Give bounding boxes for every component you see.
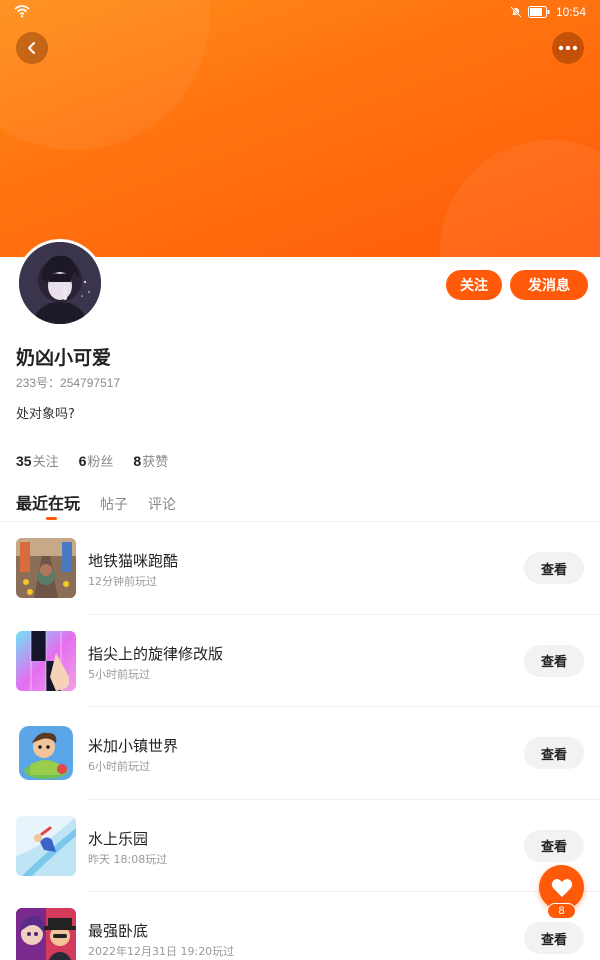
banner-decoration [440,140,600,257]
game-name: 指尖上的旋律修改版 [88,644,224,663]
view-button[interactable]: 查看 [524,829,584,862]
tab-comments[interactable]: 评论 [148,494,176,514]
more-options-button[interactable] [552,32,584,64]
heart-icon [551,878,572,897]
game-name: 地铁猫咪跑酷 [88,552,179,570]
undercover-game-icon [16,908,76,960]
user-bio: 处对象吗? [16,407,75,422]
game-name: 米加小镇世界 [88,737,179,755]
game-last-played: 12分钟前玩过 [88,575,157,588]
view-button[interactable]: 查看 [524,737,584,769]
list-item[interactable]: 指尖上的旋律修改版 5小时前玩过 查看 [0,615,600,707]
content-tabs: 最近在玩 帖子 评论 [16,490,176,520]
stat-count: 6 [78,453,87,469]
stat-count: 35 [16,453,32,469]
game-last-played: 昨天 18:08玩过 [88,852,168,866]
tab-posts[interactable]: 帖子 [100,494,128,514]
status-time: 10:54 [555,5,586,19]
stat-label: 粉丝 [87,455,114,470]
send-message-button[interactable]: 发消息 [510,270,588,300]
avatar[interactable] [16,239,104,327]
game-name: 水上乐园 [88,829,149,848]
avatar-image [19,242,101,324]
stat-following[interactable]: 35关注 [16,451,59,470]
battery-icon [527,6,550,18]
list-item[interactable]: 地铁猫咪跑酷 12分钟前玩过 查看 [0,522,600,615]
game-last-played: 2022年12月31日 19:20玩过 [88,945,235,958]
list-item[interactable]: 水上乐园 昨天 18:08玩过 查看 [0,800,600,892]
piano-tiles-game-icon [16,630,76,691]
profile-banner [0,0,600,257]
stat-count: 8 [133,453,142,469]
chevron-left-icon [28,42,35,54]
like-count-badge: 8 [547,903,576,919]
list-item[interactable]: 最强卧底 2022年12月31日 19:20玩过 查看 [0,892,600,960]
more-dots-icon [558,45,578,51]
game-last-played: 5小时前玩过 [88,667,150,681]
subway-cat-game-icon [16,538,76,598]
stat-label: 关注 [32,455,59,470]
view-button[interactable]: 查看 [524,552,584,584]
wifi-icon [14,5,30,18]
stat-followers[interactable]: 6粉丝 [79,451,114,470]
status-right: 10:54 [510,5,586,19]
profile-section: 关注 发消息 奶凶小可爱 233号：254797517 处对象吗? 35关注 6… [0,239,600,960]
user-id: 233号：254797517 [16,376,121,390]
back-button[interactable] [16,32,48,64]
miga-town-game-icon [16,723,76,783]
view-button[interactable]: 查看 [524,644,584,677]
water-park-game-icon [16,815,76,876]
mute-bell-icon [510,6,522,18]
tab-recently-played[interactable]: 最近在玩 [16,490,80,520]
username: 奶凶小可爱 [16,347,112,369]
view-button[interactable]: 查看 [524,922,584,954]
stat-label: 获赞 [142,455,169,470]
game-last-played: 6小时前玩过 [88,760,150,773]
stat-likes[interactable]: 8获赞 [133,451,168,470]
profile-stats: 35关注 6粉丝 8获赞 [16,451,168,470]
status-bar: 10:54 [0,0,600,26]
list-item[interactable]: 米加小镇世界 6小时前玩过 查看 [0,707,600,800]
recent-games-list: 地铁猫咪跑酷 12分钟前玩过 查看 指尖上的旋律修改版 5小时前玩过 查看 米加… [0,522,600,960]
follow-button[interactable]: 关注 [446,270,502,300]
game-name: 最强卧底 [88,922,149,940]
